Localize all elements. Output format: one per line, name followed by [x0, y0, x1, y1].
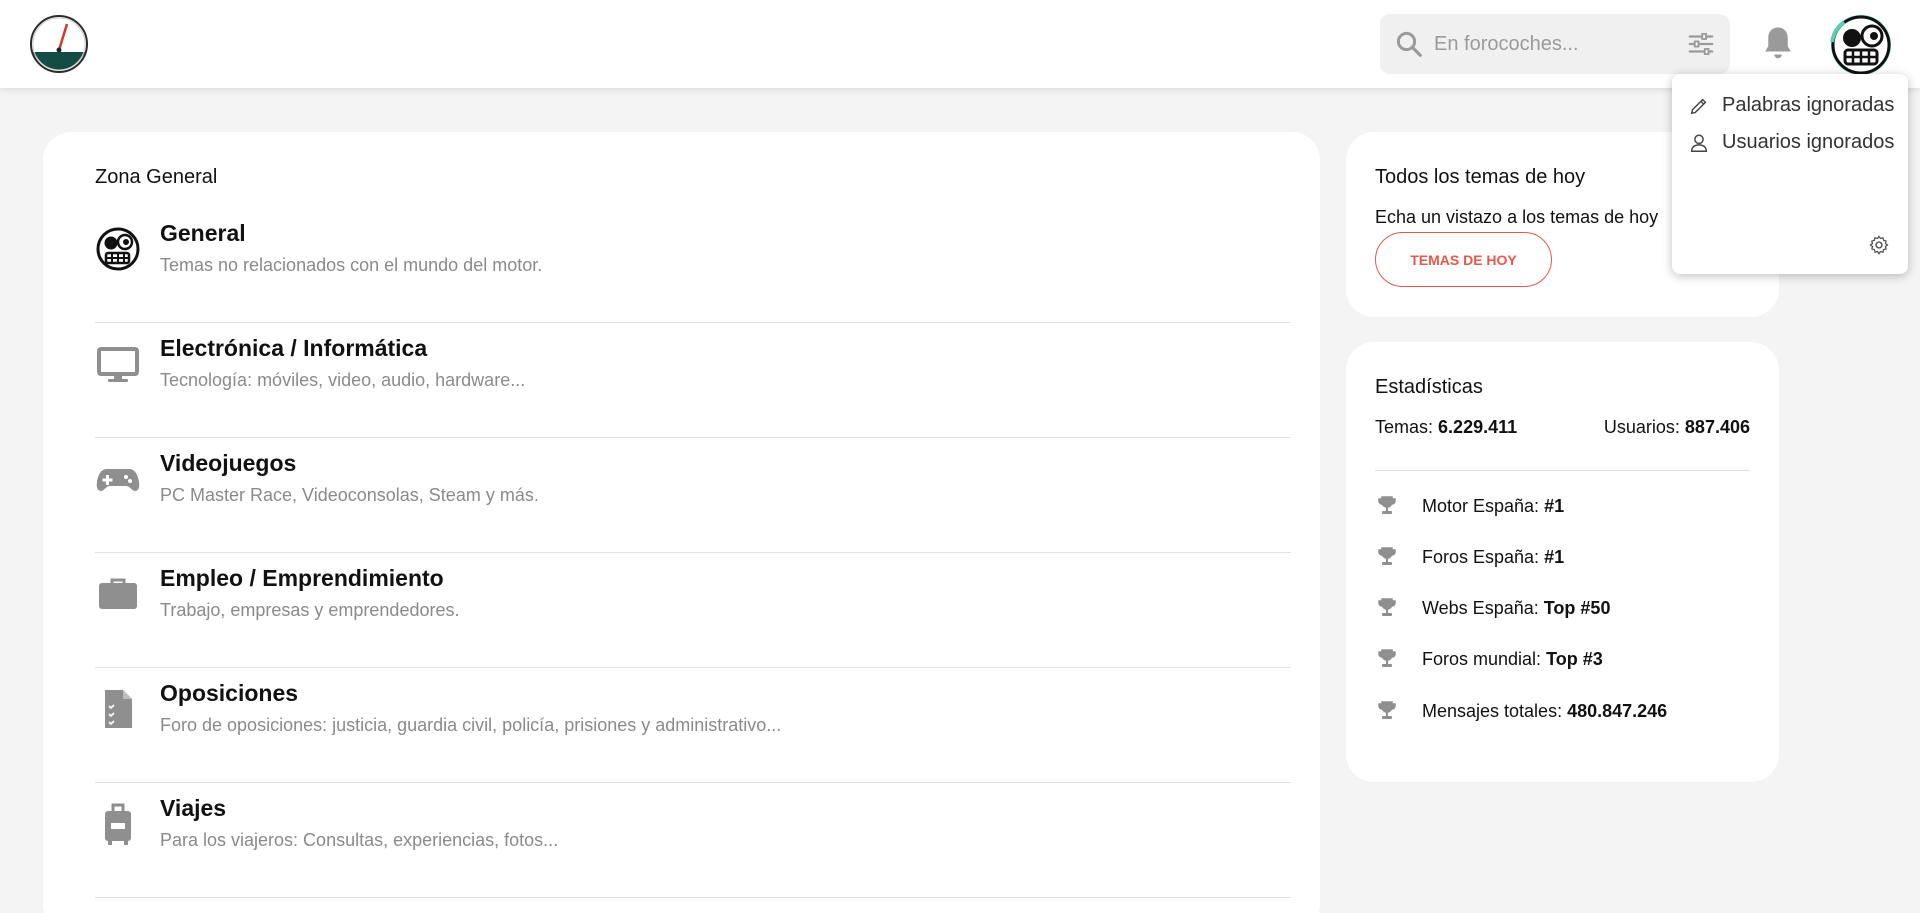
- stats-usuarios: Usuarios: 887.406: [1604, 417, 1750, 438]
- forum-list: General Temas no relacionados con el mun…: [95, 208, 1291, 898]
- stats-temas: Temas: 6.229.411: [1375, 417, 1517, 438]
- ranking-label: Webs España:: [1422, 597, 1539, 618]
- forum-title[interactable]: Empleo / Emprendimiento: [160, 565, 444, 592]
- forum-title[interactable]: Oposiciones: [160, 680, 298, 707]
- statistics-card: Estadísticas Temas: 6.229.411 Usuarios: …: [1346, 342, 1779, 782]
- ranking-label: Foros España:: [1422, 546, 1540, 567]
- forum-description: Foro de oposiciones: justicia, guardia c…: [160, 715, 782, 735]
- search-bar: [1380, 14, 1730, 74]
- menu-item-ignored-users[interactable]: Usuarios ignorados: [1688, 131, 1894, 154]
- user-avatar[interactable]: [1830, 14, 1892, 76]
- ranking-foros-mundial: Foros mundial: Top #3: [1375, 647, 1603, 671]
- forum-item-videojuegos[interactable]: Videojuegos PC Master Race, Videoconsola…: [95, 438, 1291, 553]
- forum-description: Trabajo, empresas y emprendedores.: [160, 600, 460, 620]
- trophy-icon: [1378, 649, 1396, 667]
- stats-temas-label: Temas:: [1375, 417, 1434, 437]
- trophy-icon: [1378, 547, 1396, 565]
- settings-gear-icon[interactable]: [1868, 234, 1890, 256]
- ranking-foros-espana: Foros España: #1: [1375, 545, 1564, 569]
- today-title: Todos los temas de hoy: [1375, 166, 1586, 188]
- forum-item-electronica[interactable]: Electrónica / Informática Tecnología: mó…: [95, 323, 1291, 438]
- zone-title: Zona General: [95, 166, 218, 188]
- ranking-webs-espana: Webs España: Top #50: [1375, 596, 1610, 620]
- forum-description: Temas no relacionados con el mundo del m…: [160, 255, 543, 275]
- forum-description: PC Master Race, Videoconsolas, Steam y m…: [160, 485, 539, 505]
- ranking-label: Mensajes totales:: [1422, 700, 1563, 721]
- ranking-value: Top #50: [1543, 597, 1611, 618]
- trophy-icon: [1378, 598, 1396, 616]
- ranking-motor-espana: Motor España: #1: [1375, 494, 1564, 518]
- ranking-value: 480.847.246: [1567, 700, 1668, 721]
- today-subtitle: Echa un vistazo a los temas de hoy: [1375, 207, 1659, 227]
- stats-usuarios-label: Usuarios:: [1603, 417, 1680, 437]
- ranking-value: #1: [1544, 495, 1565, 516]
- gamepad-icon: [96, 469, 140, 491]
- forum-title[interactable]: Videojuegos: [160, 450, 296, 477]
- today-topics-button[interactable]: TEMAS DE HOY: [1375, 232, 1552, 287]
- luggage-icon: [105, 803, 131, 845]
- forum-item-empleo[interactable]: Empleo / Emprendimiento Trabajo, empresa…: [95, 553, 1291, 668]
- ranking-value: Top #3: [1546, 648, 1603, 669]
- stats-usuarios-value: 887.406: [1684, 417, 1750, 437]
- stats-divider: [1375, 470, 1750, 471]
- stats-title: Estadísticas: [1375, 376, 1483, 398]
- stats-temas-value: 6.229.411: [1438, 417, 1518, 437]
- filter-sliders-icon[interactable]: [1686, 29, 1716, 59]
- forum-description: Tecnología: móviles, video, audio, hardw…: [160, 370, 526, 390]
- forum-item-general[interactable]: General Temas no relacionados con el mun…: [95, 208, 1291, 323]
- top-bar: [0, 0, 1920, 88]
- forum-title[interactable]: Electrónica / Informática: [160, 335, 427, 362]
- ranking-label: Motor España:: [1422, 495, 1540, 516]
- trophy-icon: [1378, 701, 1396, 719]
- briefcase-icon: [99, 578, 137, 609]
- forum-item-oposiciones[interactable]: Oposiciones Foro de oposiciones: justici…: [95, 668, 1291, 783]
- stats-summary: Temas: 6.229.411 Usuarios: 887.406: [1375, 417, 1750, 438]
- menu-item-label: Palabras ignoradas: [1722, 94, 1895, 116]
- forum-description: Para los viajeros: Consultas, experienci…: [160, 830, 559, 850]
- trophy-icon: [1378, 496, 1396, 514]
- search-icon: [1396, 31, 1422, 57]
- search-input[interactable]: [1434, 32, 1686, 56]
- document-checklist-icon: [105, 690, 132, 728]
- ranking-value: #1: [1544, 546, 1565, 567]
- forum-zone-card: Zona General General Temas no relacionad…: [43, 132, 1320, 913]
- monitor-icon: [97, 347, 139, 382]
- notifications-bell-icon[interactable]: [1760, 24, 1796, 64]
- forum-title[interactable]: General: [160, 220, 246, 247]
- user-icon: [1690, 133, 1708, 152]
- forum-title[interactable]: Viajes: [160, 795, 226, 822]
- menu-item-label: Usuarios ignorados: [1722, 131, 1895, 153]
- forocoches-logo-icon[interactable]: [29, 14, 89, 74]
- ranking-mensajes-totales: Mensajes totales: 480.847.246: [1375, 699, 1667, 723]
- menu-item-ignored-words[interactable]: Palabras ignoradas: [1688, 94, 1894, 117]
- general-mascot-icon: [96, 227, 140, 271]
- forum-item-viajes[interactable]: Viajes Para los viajeros: Consultas, exp…: [95, 783, 1291, 898]
- ranking-label: Foros mundial:: [1422, 648, 1542, 669]
- pencil-icon: [1690, 98, 1707, 114]
